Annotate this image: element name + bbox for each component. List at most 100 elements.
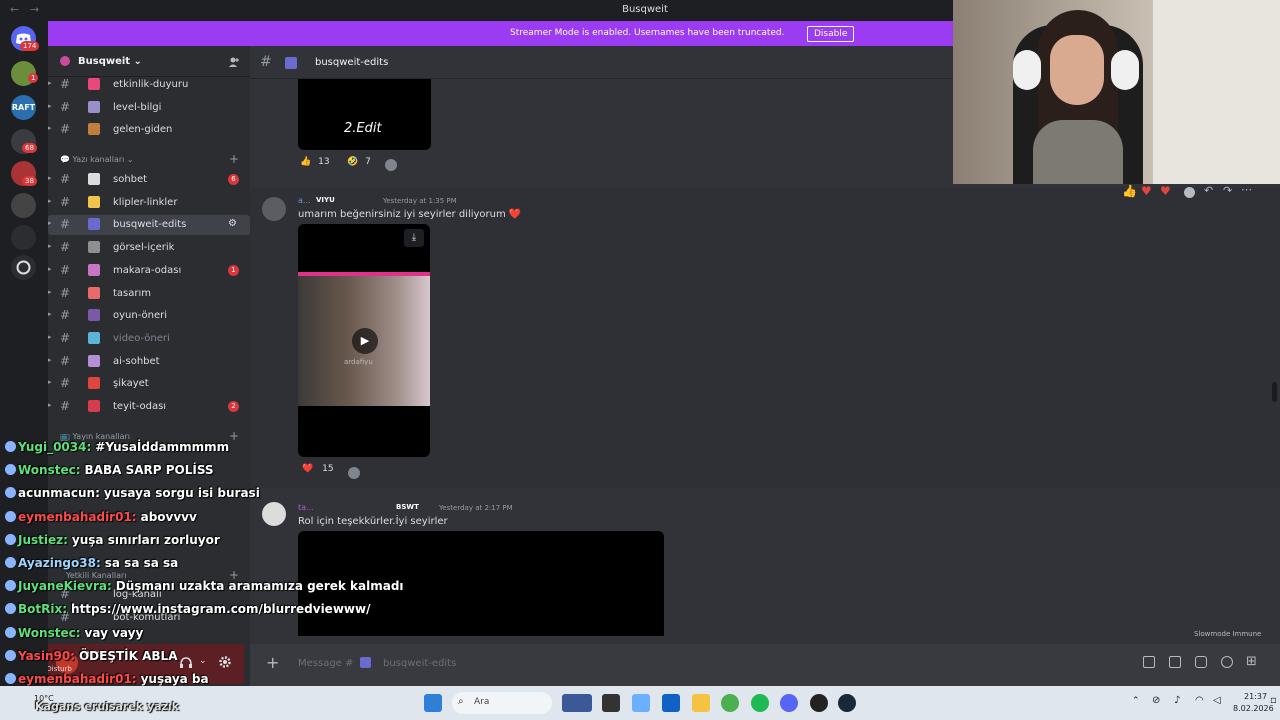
chat-username: BotRix: [18,602,68,617]
start-icon[interactable] [424,694,442,712]
clock-time[interactable]: 21:37 [1244,692,1267,701]
emoji-icon[interactable] [1221,656,1233,668]
chevron-up-icon[interactable]: ⌃ [1132,696,1140,706]
chat-overlay-line: Yugi_0034: #Yusaİddammmmm [5,440,229,454]
reaction-emoji: 👍 [300,157,312,167]
channel-item-2[interactable]: ▸ # gelen-giden [48,120,250,140]
widget-icon[interactable] [562,694,592,712]
clock-date[interactable]: 8.02.2026 [1233,704,1274,713]
chrome-icon[interactable] [721,694,739,712]
search-icon: ⌕ [458,696,464,707]
store-icon[interactable] [662,694,680,712]
channel-item-7[interactable]: ▸ # video-öneri [48,329,250,349]
image-attachment[interactable]: 2.Edit [298,79,431,150]
channel-emoji-icon [88,354,100,367]
download-icon[interactable]: ⤓ [404,229,424,247]
server-icon[interactable] [11,193,36,218]
gift-icon[interactable] [1143,656,1155,668]
channel-name: video-öneri [113,332,170,344]
role-tag: VIYU [316,196,335,204]
chevron-right-icon: ▸ [48,287,52,296]
unread-count-badge: 2 [228,401,239,412]
heart-reaction-icon[interactable]: ♥ [1160,184,1171,198]
channel-item-3[interactable]: ▸ # görsel-içerik [48,238,250,258]
chat-badge-icon [5,626,16,638]
thumbsup-reaction-icon[interactable]: 👍 [1122,184,1137,198]
chevron-right-icon: ▸ [48,355,52,364]
chevron-right-icon: ▸ [48,310,52,319]
reply-icon[interactable]: ↶ [1204,184,1213,197]
chat-username: acunmacun: [18,486,100,501]
add-reaction-icon[interactable] [385,159,397,171]
channel-item-0[interactable]: ▸ # sohbet 6 [48,170,250,190]
channel-item-4[interactable]: ▸ # makara-odası 1 [48,261,250,281]
chat-message-text: ÖDEŞTİK ABLA [78,648,178,663]
forward-icon[interactable]: ↷ [1223,184,1232,197]
hash-icon: # [60,99,71,114]
more-icon[interactable]: ⋯ [1241,183,1252,196]
channel-item-6[interactable]: ▸ # oyun-öneri [48,306,250,326]
gif-icon[interactable] [1169,656,1181,668]
reaction-thumbsup[interactable]: 👍 13 [300,157,330,175]
server-icon[interactable] [11,225,36,250]
search-box[interactable]: ⌕ Ara [452,692,552,714]
message-composer[interactable]: + Message # busqweit-edits ⊞ [250,644,1280,686]
channel-emoji-icon [88,331,100,344]
discord-icon[interactable] [780,694,798,712]
chevron-right-icon: ▸ [48,332,52,341]
add-member-icon[interactable] [228,56,240,68]
add-reaction-icon[interactable] [1184,187,1195,198]
channel-item-1[interactable]: ▸ # klipler-linkler [48,193,250,213]
message-author[interactable]: a... [298,196,311,205]
chat-badge-icon [5,441,16,452]
channel-emoji-icon [88,263,100,276]
discover-button[interactable] [11,255,36,280]
volume-icon[interactable]: ◁ [1213,695,1221,706]
channel-name: teyit-odası [113,401,167,412]
channel-name: ai-sohbet [113,355,160,367]
video-attachment[interactable]: ardafiyu ▶ ⤓ [298,224,430,457]
heart-reaction-icon[interactable]: ♥ [1141,184,1152,198]
taskview-icon[interactable] [602,694,620,712]
channel-item-5[interactable]: ▸ # tasarım [48,284,250,304]
chat-overlay-line: Yasin90: ÖDEŞTİK ABLA [5,649,177,663]
steam-icon[interactable] [838,694,856,712]
channel-settings-icon[interactable]: ⚙ [228,218,237,229]
channel-item-0[interactable]: ▸ # etkinlik-duyuru [48,75,250,95]
channel-item-1[interactable]: ▸ # level-bilgi [48,98,250,118]
cam-person-face [1050,35,1104,105]
channel-item-2[interactable]: ▸ # busqweit-edits ⚙ [48,215,250,236]
chevron-right-icon: ▸ [48,242,52,251]
server-header[interactable]: Busqweit ⌄ [48,46,250,77]
explorer-icon[interactable] [692,694,710,712]
play-icon[interactable]: ▶ [352,328,378,354]
cam-person-body [1033,120,1123,184]
app-icon[interactable] [810,694,828,712]
reaction-emoji: 🤣 [347,157,359,167]
apps-icon[interactable]: ⊞ [1246,654,1257,669]
server-icon-raft[interactable]: RAFT [11,95,36,120]
wifi-icon[interactable]: ◠ [1195,695,1204,706]
scrollbar-thumb[interactable] [1272,382,1277,402]
chevron-right-icon: ▸ [48,219,52,228]
chat-message-text: #Yusaİddammmmm [95,440,230,454]
channel-name: klipler-linkler [113,196,178,208]
channel-item-8[interactable]: ▸ # ai-sohbet [48,352,250,372]
category-text-channels[interactable]: 💬 Yazı kanalları ⌄ [60,155,134,164]
reaction-rofl[interactable]: 🤣 7 [347,157,371,175]
spotify-icon[interactable] [751,694,769,712]
sticker-icon[interactable] [1195,656,1207,668]
notification-icon[interactable]: ▫ [1270,695,1277,706]
channel-item-10[interactable]: ▸ # teyit-odası 2 [48,397,250,417]
copilot-icon[interactable] [632,694,650,712]
chat-username: Ayazingo38: [18,556,101,570]
channel-name: level-bilgi [113,101,162,113]
avatar[interactable] [262,197,286,221]
add-channel-icon[interactable]: + [229,152,239,166]
chevron-right-icon: ▸ [48,101,52,110]
mic-icon[interactable]: ♪ [1174,695,1180,706]
network-icon[interactable]: ⊘ [1152,695,1160,706]
disable-streamer-mode-button[interactable]: Disable [807,26,855,42]
chat-message-text: yuşaya ba [140,672,209,686]
channel-item-9[interactable]: ▸ # şikayet [48,374,250,394]
